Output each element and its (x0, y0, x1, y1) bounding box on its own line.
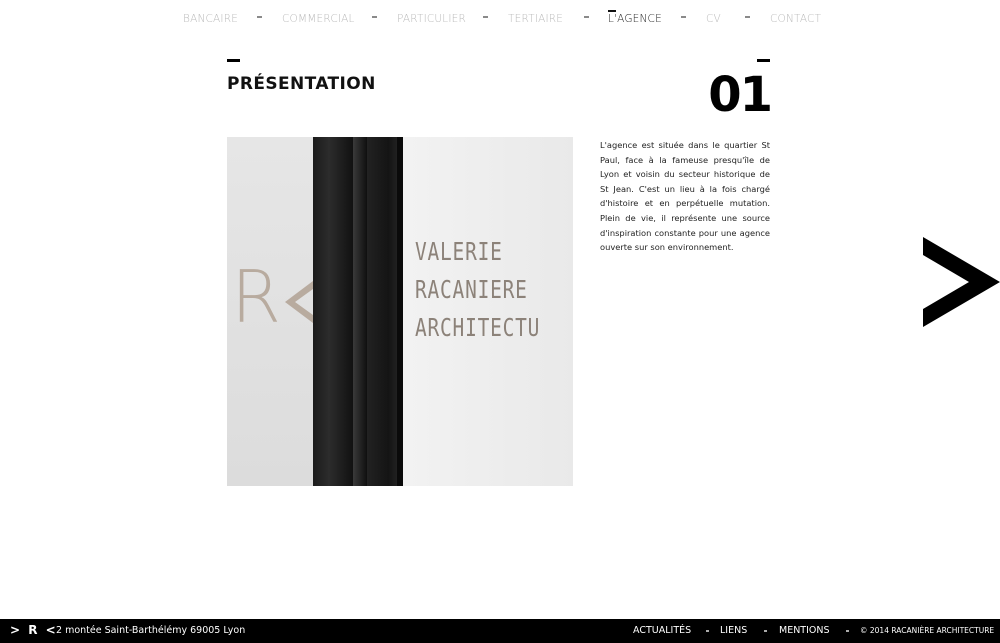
footer: > R < 2 montée Saint-Barthélémy 69005 Ly… (0, 619, 1000, 643)
nav-item-cv[interactable]: CV (706, 13, 721, 25)
nav-separator (745, 16, 750, 18)
footer-link-actualites[interactable]: ACTUALITÉS (633, 625, 691, 636)
agency-description: L'agence est située dans le quartier St … (600, 140, 770, 253)
nav-item-bancaire[interactable]: BANCAIRE (183, 13, 238, 25)
footer-copyright: © 2014 RACANIÈRE ARCHITECTURE (860, 626, 995, 635)
reflection-letter: R (231, 255, 282, 339)
nav-item-tertiaire[interactable]: TERTIAIRE (508, 13, 563, 25)
nav-separator (681, 16, 686, 18)
photo-door-frame (353, 137, 367, 486)
sign-line: RACANIERE (415, 275, 528, 304)
chevron-right-icon[interactable] (923, 237, 1000, 327)
title-accent-bar (227, 59, 240, 62)
footer-separator (764, 630, 767, 632)
nav-separator (257, 16, 262, 18)
nav-separator (584, 16, 589, 18)
nav-item-contact[interactable]: CONTACT (770, 13, 821, 25)
footer-link-mentions[interactable]: MENTIONS (779, 625, 830, 636)
section-number: 01 (708, 67, 773, 123)
top-navigation: BANCAIRE COMMERCIAL PARTICULIER TERTIAIR… (0, 0, 1000, 40)
footer-separator (846, 630, 849, 632)
sign-line: VALERIE (415, 237, 503, 266)
footer-separator (706, 630, 709, 632)
agency-sign-photo: R VALERIE RACANIERE ARCHITECTU (227, 137, 573, 486)
agency-sign-lettering: VALERIE RACANIERE ARCHITECTU (415, 233, 573, 347)
reflection-chevron-icon (285, 281, 313, 323)
nav-item-commercial[interactable]: COMMERCIAL (282, 13, 355, 25)
footer-logo[interactable]: > R < (10, 623, 58, 637)
footer-address: 2 montée Saint-Barthélémy 69005 Lyon (56, 625, 246, 636)
photo-door-frame (313, 137, 353, 486)
sign-line: ARCHITECTU (415, 313, 541, 342)
nav-separator (372, 16, 377, 18)
number-accent-bar (757, 59, 770, 62)
footer-link-liens[interactable]: LIENS (720, 625, 747, 636)
nav-item-particulier[interactable]: PARTICULIER (397, 13, 466, 25)
nav-item-agence[interactable]: L'AGENCE (608, 10, 662, 25)
page-title: PRÉSENTATION (227, 74, 376, 94)
nav-separator (483, 16, 488, 18)
